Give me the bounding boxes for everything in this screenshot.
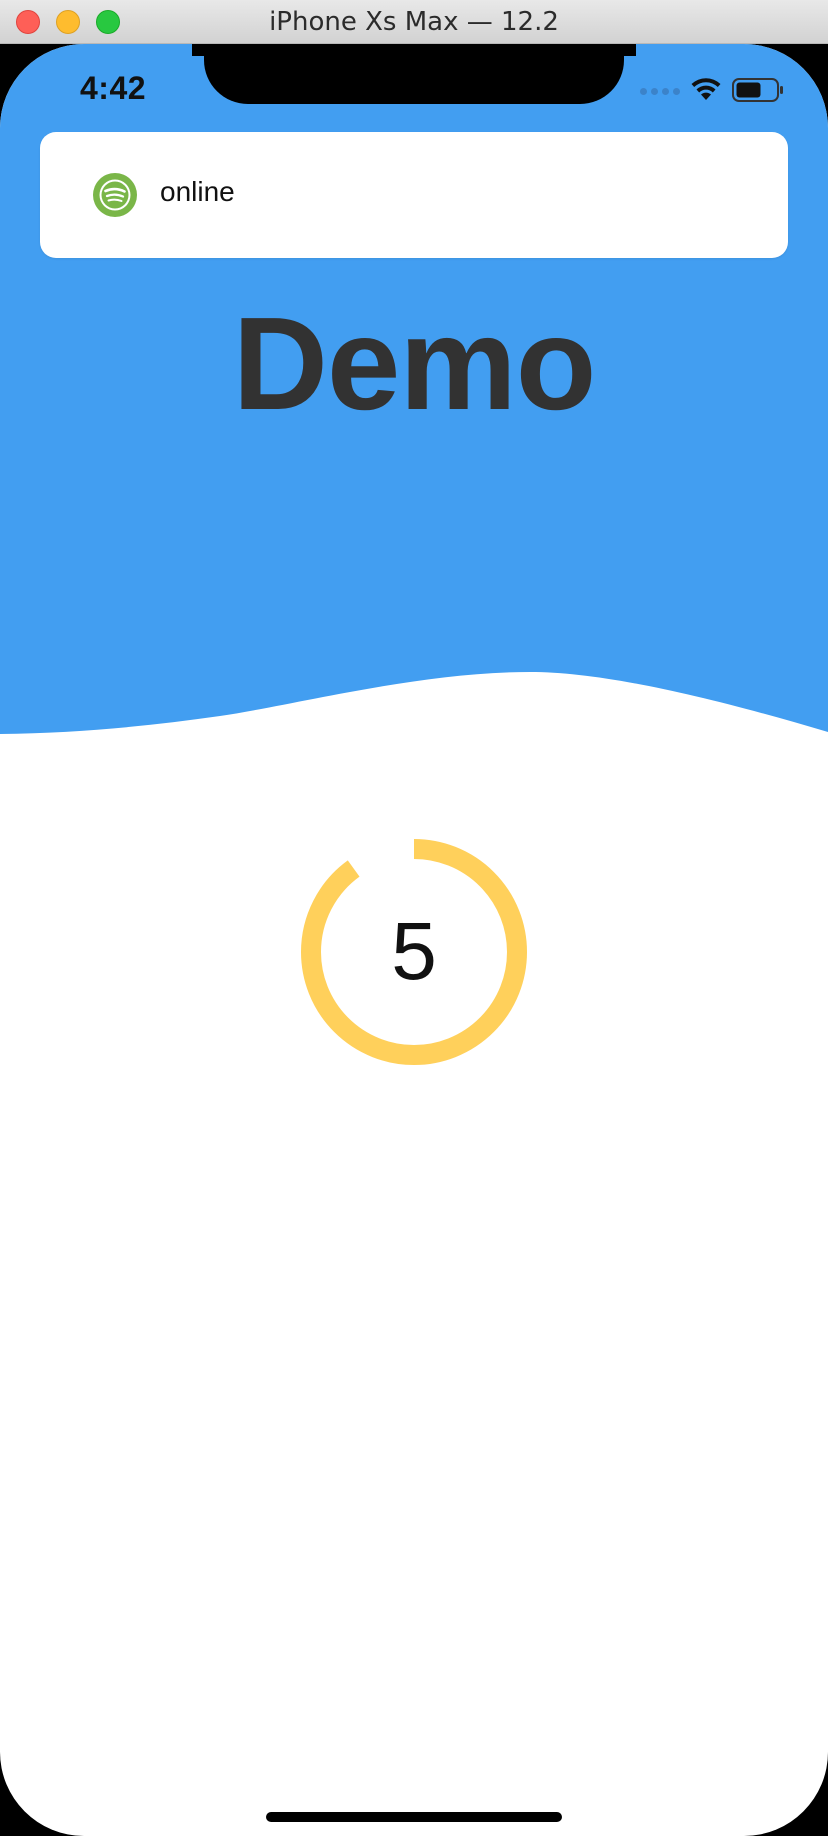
notification-card[interactable]: online: [40, 132, 788, 258]
display-notch: [204, 44, 624, 104]
signal-dots-icon: [640, 88, 680, 95]
battery-icon: [732, 78, 783, 102]
notch-corner-right: [624, 44, 636, 56]
wifi-icon: [691, 78, 721, 100]
spotify-icon: [93, 173, 137, 217]
window-title: iPhone Xs Max — 12.2: [269, 7, 559, 37]
countdown-value: 5: [391, 906, 437, 997]
notch-corner-left: [192, 44, 204, 56]
title-bar: iPhone Xs Max — 12.2: [0, 0, 828, 44]
page-title: Demo: [232, 290, 597, 437]
notification-text: online: [160, 176, 235, 207]
phone-screen: 4:42 online Demo 5: [0, 44, 828, 1836]
status-time: 4:42: [80, 70, 147, 106]
home-indicator[interactable]: [266, 1812, 562, 1822]
simulator-window: iPhone Xs Max — 12.2 4:42 online Demo 5: [0, 0, 828, 1836]
status-icons: [636, 74, 786, 104]
